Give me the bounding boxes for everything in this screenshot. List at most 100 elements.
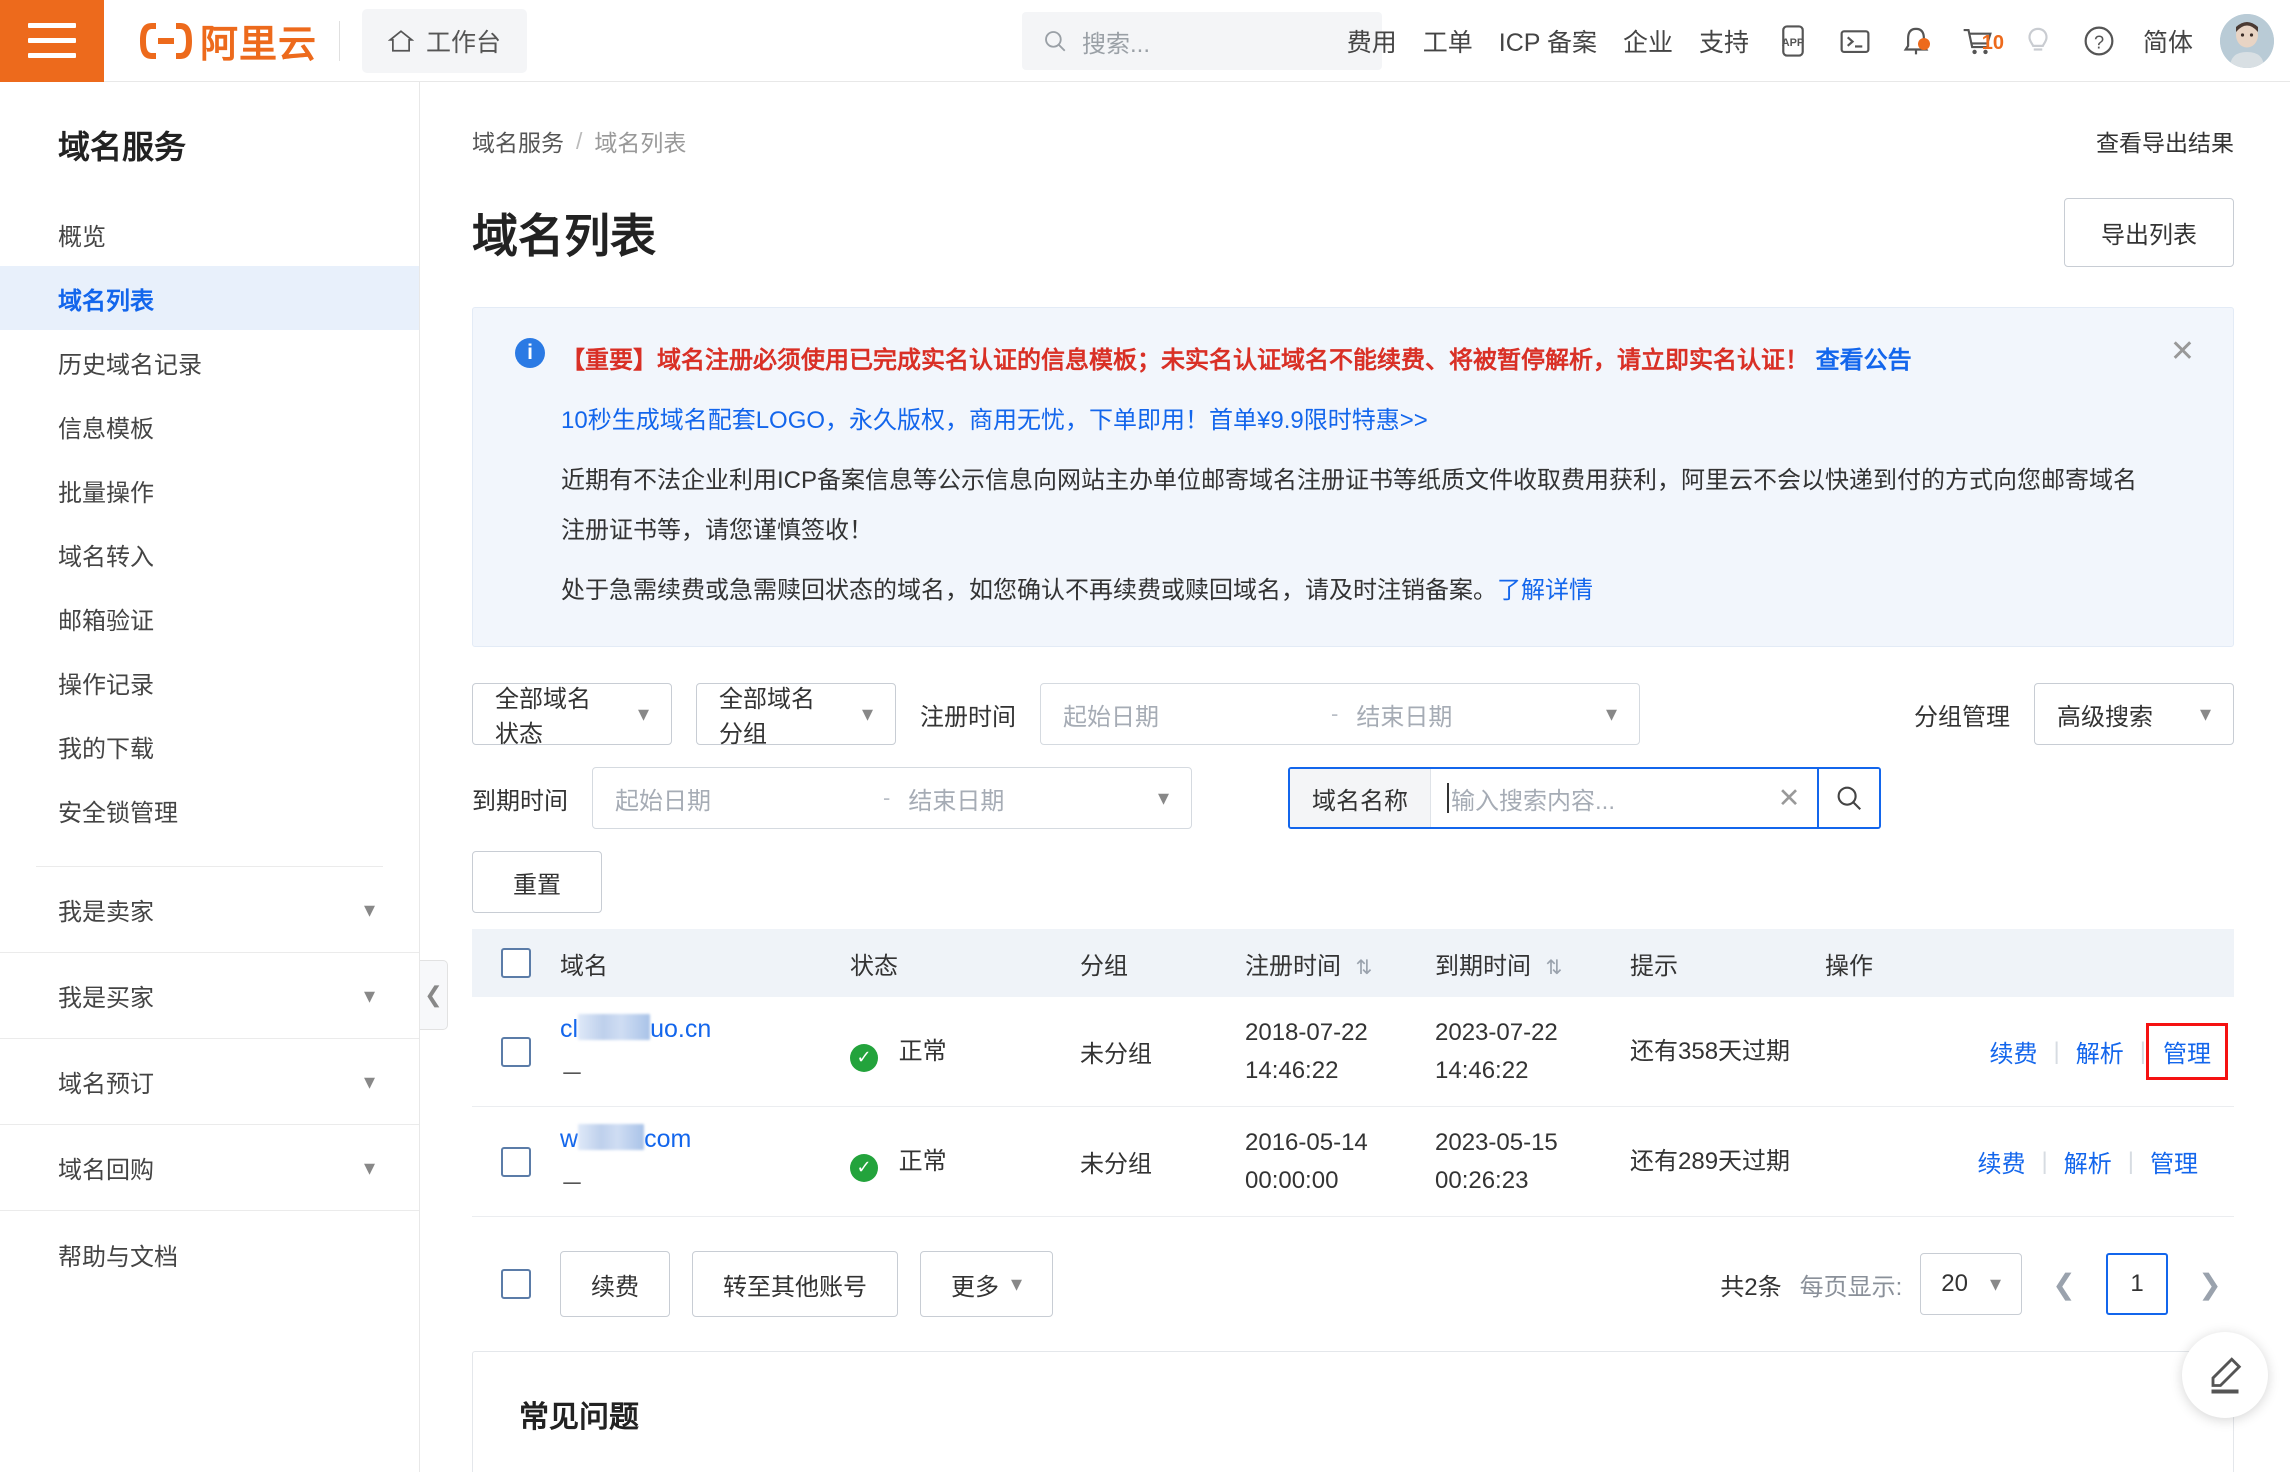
register-time-range-picker[interactable]: 起始日期 - 结束日期 ▾ <box>1040 683 1640 745</box>
view-export-result-link[interactable]: 查看导出结果 <box>2096 124 2234 158</box>
check-circle-icon: ✓ <box>850 1153 878 1182</box>
row-checkbox-cell <box>472 1146 560 1177</box>
lightbulb-icon[interactable] <box>2008 24 2068 58</box>
brand-logo[interactable]: 阿里云 <box>104 13 317 68</box>
row-checkbox[interactable] <box>501 1036 531 1067</box>
top-header: 阿里云 工作台 搜索... 费用 工单 ICP 备案 企业 支持 APP 10 … <box>0 0 2290 82</box>
sidebar-item-batch-operation[interactable]: 批量操作 <box>0 458 419 522</box>
resolve-link[interactable]: 解析 <box>2060 1034 2140 1069</box>
sidebar-collapse-toggle[interactable]: ❮ <box>420 960 448 1030</box>
sidebar-item-operation-log[interactable]: 操作记录 <box>0 650 419 714</box>
bell-icon[interactable] <box>1886 24 1946 58</box>
sidebar-group-domain-buyback[interactable]: 域名回购 ▾ <box>0 1125 419 1211</box>
domain-link[interactable]: cl uo.cn <box>560 1014 850 1044</box>
select-all-checkbox[interactable] <box>501 948 531 978</box>
sidebar-group-seller[interactable]: 我是卖家 ▾ <box>0 867 419 953</box>
chevron-down-icon: ▾ <box>1989 1271 2001 1296</box>
nav-tickets[interactable]: 工单 <box>1410 23 1486 59</box>
nav-fees[interactable]: 费用 <box>1334 23 1410 59</box>
page-number-1[interactable]: 1 <box>2106 1253 2168 1315</box>
sidebar-item-history-records[interactable]: 历史域名记录 <box>0 330 419 394</box>
advanced-search-toggle[interactable]: 高级搜索 ▾ <box>2034 683 2234 745</box>
close-icon[interactable]: ✕ <box>2170 334 2195 369</box>
per-page-label: 每页显示: <box>1799 1273 1903 1301</box>
sidebar-item-label: 域名列表 <box>58 287 154 315</box>
notice-announcement-link[interactable]: 查看公告 <box>1816 347 1912 374</box>
help-icon[interactable]: ? <box>2068 24 2130 58</box>
sidebar: 域名服务 概览 域名列表 历史域名记录 信息模板 批量操作 域名转入 邮箱验证 … <box>0 82 420 1472</box>
notice-important-tag: 【重要】 <box>561 347 657 374</box>
workbench-button[interactable]: 工作台 <box>362 8 528 73</box>
sidebar-item-my-downloads[interactable]: 我的下载 <box>0 714 419 778</box>
more-actions-label: 更多 <box>951 1273 999 1301</box>
calendar-chevron-down-icon: ▾ <box>1157 785 1169 810</box>
table-footer-bar: 续费 转至其他账号 更多 ▾ 共2条 每页显示: 20 ▾ ❮ 1 ❯ <box>472 1217 2234 1351</box>
register-start-date: 起始日期 <box>1063 703 1159 731</box>
terminal-icon[interactable] <box>1824 24 1886 58</box>
domain-status-value: 全部域名状态 <box>495 686 591 748</box>
domain-redacted-mask <box>578 1124 645 1150</box>
sidebar-item-email-verification[interactable]: 邮箱验证 <box>0 586 419 650</box>
sort-icon[interactable]: ⇅ <box>1546 957 1563 979</box>
per-page-value: 20 <box>1941 1270 1968 1297</box>
column-actions: 操作 <box>1825 952 1873 980</box>
footer-select-all-checkbox[interactable] <box>501 1269 531 1299</box>
info-icon: i <box>515 338 545 368</box>
domain-group-select[interactable]: 全部域名分组 ▾ <box>696 683 896 748</box>
domain-status-select[interactable]: 全部域名状态 ▾ <box>472 683 672 748</box>
expire-time-range-picker[interactable]: 起始日期 - 结束日期 ▾ <box>592 767 1192 829</box>
hamburger-menu-icon[interactable] <box>0 0 104 82</box>
sidebar-group-domain-booking[interactable]: 域名预订 ▾ <box>0 1039 419 1125</box>
next-page-button[interactable]: ❯ <box>2186 1253 2234 1315</box>
per-page-select[interactable]: 20 ▾ <box>1920 1253 2022 1315</box>
home-icon <box>388 29 415 52</box>
sidebar-item-help-docs[interactable]: 帮助与文档 <box>0 1211 419 1297</box>
export-list-button[interactable]: 导出列表 <box>2064 198 2234 267</box>
page-header: 域名列表 导出列表 <box>421 158 2290 267</box>
row-checkbox[interactable] <box>501 1146 531 1177</box>
language-switcher[interactable]: 简体 <box>2130 23 2206 59</box>
prev-page-button[interactable]: ❮ <box>2040 1253 2088 1315</box>
sidebar-item-domain-transfer-in[interactable]: 域名转入 <box>0 522 419 586</box>
group-manage-link[interactable]: 分组管理 <box>1914 697 2010 732</box>
global-search-input[interactable]: 搜索... <box>1022 12 1382 70</box>
nav-icp-filing[interactable]: ICP 备案 <box>1486 23 1610 59</box>
resolve-link[interactable]: 解析 <box>2048 1144 2128 1179</box>
domain-search-input[interactable]: 输入搜索内容... <box>1431 769 1761 827</box>
logo-promo-link[interactable]: 10秒生成域名配套LOGO，永久版权，商用无忧，下单即用！首单¥9.9限时特惠>… <box>561 407 1428 434</box>
column-expire-time[interactable]: 到期时间 ⇅ <box>1435 946 1630 981</box>
domain-suffix: uo.cn <box>650 1015 712 1043</box>
app-icon[interactable]: APP <box>1762 24 1824 58</box>
nav-enterprise[interactable]: 企业 <box>1610 23 1686 59</box>
domain-link[interactable]: w com <box>560 1124 850 1154</box>
sidebar-item-domain-list[interactable]: 域名列表 <box>0 266 419 330</box>
expire-end-date: 结束日期 <box>908 787 1005 815</box>
sidebar-item-overview[interactable]: 概览 <box>0 202 419 266</box>
feedback-edit-button[interactable] <box>2182 1332 2268 1418</box>
sort-icon[interactable]: ⇅ <box>1356 957 1373 979</box>
manage-link[interactable]: 管理 <box>2134 1144 2214 1179</box>
sidebar-item-info-template[interactable]: 信息模板 <box>0 394 419 458</box>
manage-link[interactable]: 管理 <box>2146 1023 2228 1080</box>
sidebar-item-security-lock[interactable]: 安全锁管理 <box>0 778 419 842</box>
expire-start-date: 起始日期 <box>615 787 711 815</box>
renew-link[interactable]: 续费 <box>1962 1144 2042 1179</box>
domain-search-field[interactable]: 域名名称 输入搜索内容... ✕ <box>1288 767 1881 829</box>
status-cell: ✓ 正常 <box>850 1031 1080 1072</box>
user-avatar[interactable] <box>2220 14 2274 68</box>
search-submit-button[interactable] <box>1817 769 1879 827</box>
renew-link[interactable]: 续费 <box>1974 1034 2054 1069</box>
learn-more-link[interactable]: 了解详情 <box>1497 577 1593 604</box>
sidebar-group-label: 域名回购 <box>58 1157 154 1184</box>
bulk-renew-button[interactable]: 续费 <box>560 1251 670 1317</box>
nav-support[interactable]: 支持 <box>1686 23 1762 59</box>
more-actions-button[interactable]: 更多 ▾ <box>920 1251 1054 1317</box>
cart-icon[interactable]: 10 <box>1946 24 2008 58</box>
breadcrumb-root[interactable]: 域名服务 <box>472 124 564 158</box>
transfer-account-button[interactable]: 转至其他账号 <box>692 1251 898 1317</box>
clear-icon[interactable]: ✕ <box>1761 769 1817 827</box>
column-register-time[interactable]: 注册时间 ⇅ <box>1245 946 1435 981</box>
reset-button[interactable]: 重置 <box>472 851 602 913</box>
sidebar-group-buyer[interactable]: 我是买家 ▾ <box>0 953 419 1039</box>
sidebar-item-label: 帮助与文档 <box>58 1243 178 1271</box>
